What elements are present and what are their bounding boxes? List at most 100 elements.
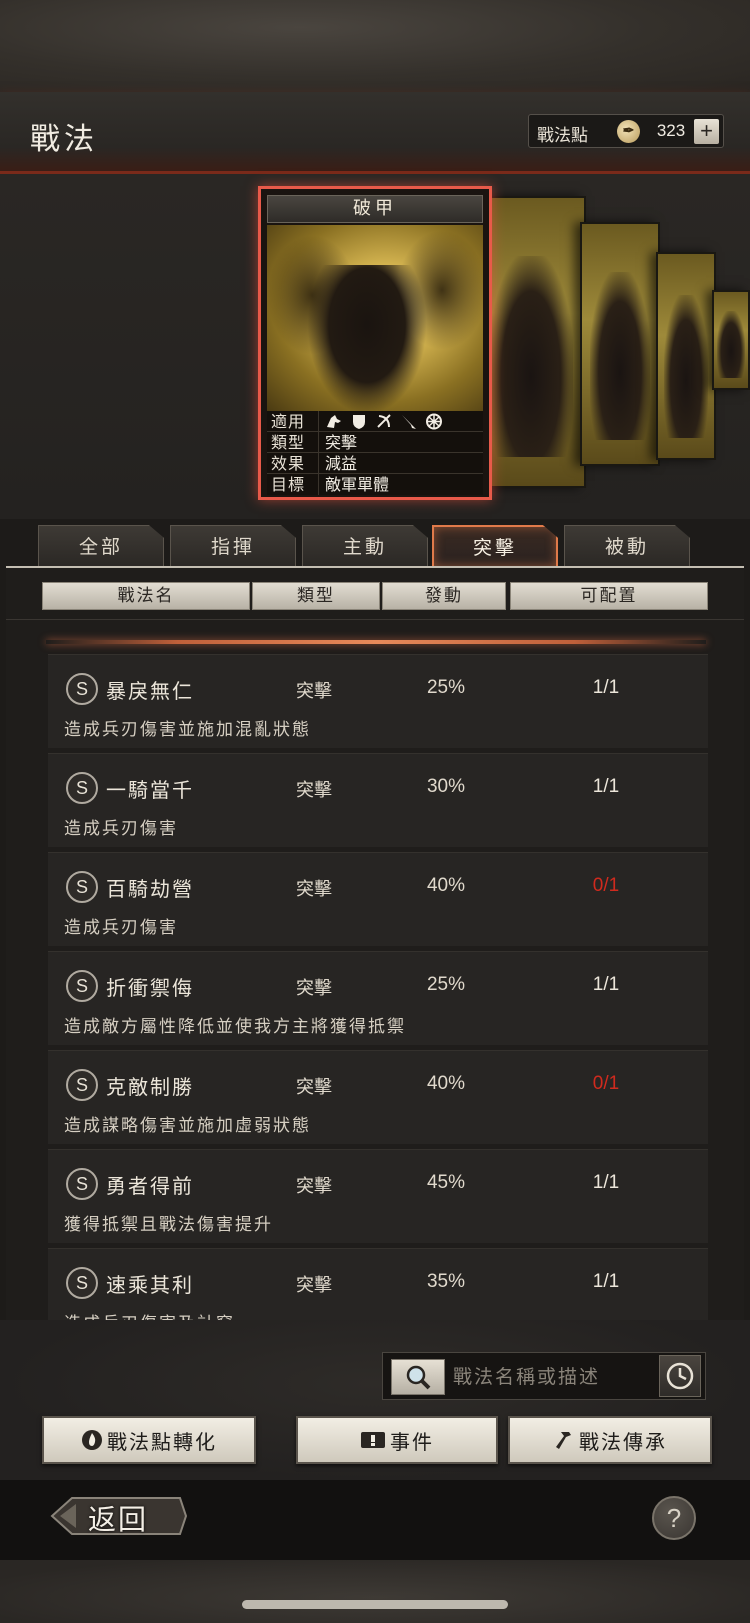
tactic-list[interactable]: S 暴戾無仁 突擊 25% 1/1 造成兵刃傷害並施加混亂狀態 S 一騎當千 突… (6, 620, 744, 1320)
event-button[interactable]: 事件 (296, 1416, 498, 1464)
s-rank-badge: S (66, 871, 98, 903)
tactic-rate: 25% (426, 974, 466, 995)
tactic-slots: 1/1 (592, 776, 620, 797)
tactic-name: 暴戾無仁 (106, 679, 194, 703)
card-info-row: 適用 (267, 411, 483, 432)
tactic-points-value: 323 (656, 121, 686, 140)
card-info-key: 類型 (267, 432, 319, 452)
tab-command[interactable]: 指揮 (170, 525, 296, 568)
tactic-type: 突擊 (296, 879, 332, 900)
tactic-description: 造成謀略傷害並施加虛弱狀態 (64, 1116, 311, 1136)
card-info-row: 類型 突擊 (267, 432, 483, 453)
hammer-icon (556, 1432, 571, 1449)
unit-icons (319, 411, 443, 431)
tactic-slots: 1/1 (592, 677, 620, 698)
s-rank-badge: S (66, 772, 98, 804)
column-header-type[interactable]: 類型 (252, 582, 380, 610)
s-rank-badge: S (66, 1168, 98, 1200)
column-header-bar: 戰法名 類型 發動 可配置 (6, 568, 744, 620)
tactic-name: 勇者得前 (106, 1174, 194, 1198)
tactic-description: 造成兵刃傷害並施加混亂狀態 (64, 720, 311, 740)
top-decoration (0, 0, 750, 92)
tab-passive[interactable]: 被動 (564, 525, 690, 568)
card-info-table: 適用 類型 突擊 效果 減益 目標 敵軍單體 (267, 411, 483, 495)
wheel-icon (426, 413, 442, 429)
s-rank-badge: S (66, 1267, 98, 1299)
tactic-name: 一騎當千 (106, 778, 194, 802)
bow-icon (377, 413, 391, 428)
card-title: 破甲 (267, 195, 483, 223)
column-header-rate[interactable]: 發動 (382, 582, 506, 610)
cavalry-icon (327, 414, 341, 428)
tab-all[interactable]: 全部 (38, 525, 164, 568)
tactic-slots: 1/1 (592, 1172, 620, 1193)
tactic-row[interactable]: S 一騎當千 突擊 30% 1/1 造成兵刃傷害 (48, 753, 708, 847)
tactic-row[interactable]: S 速乘其利 突擊 35% 1/1 造成兵刃傷害及計窮 (48, 1248, 708, 1320)
bottom-decoration (0, 1560, 750, 1623)
search-button[interactable] (391, 1359, 445, 1395)
header-bar: 戰法 戰法點 ✒ 323 + (0, 92, 750, 174)
selected-tactic-card[interactable]: 破甲 適用 類型 突擊 效果 減益 目標 敵軍單體 (258, 186, 492, 500)
shield-icon (353, 414, 365, 429)
card-info-value: 敵軍單體 (325, 475, 390, 494)
tactic-row[interactable]: S 暴戾無仁 突擊 25% 1/1 造成兵刃傷害並施加混亂狀態 (48, 654, 708, 748)
inherit-tactic-button[interactable]: 戰法傳承 (508, 1416, 712, 1464)
quill-icon: ✒ (617, 120, 640, 143)
tactic-type: 突擊 (296, 1275, 332, 1296)
search-box (382, 1352, 706, 1400)
tactic-rate: 45% (426, 1172, 466, 1193)
convert-points-button[interactable]: 戰法點轉化 (42, 1416, 256, 1464)
tab-assault[interactable]: 突擊 (432, 525, 558, 568)
tactic-rate: 30% (426, 776, 466, 797)
add-points-button[interactable]: + (694, 119, 719, 144)
clock-icon (666, 1362, 694, 1390)
help-button[interactable]: ? (652, 1496, 696, 1540)
tactic-type: 突擊 (296, 978, 332, 999)
card-info-value: 突擊 (325, 432, 358, 452)
tactic-description: 造成兵刃傷害 (64, 918, 178, 938)
tactic-description: 造成敵方屬性降低並使我方主將獲得抵禦 (64, 1017, 406, 1037)
tactic-name: 折衝禦侮 (106, 976, 194, 1000)
back-label: 返回 (88, 1503, 149, 1536)
card-artwork (267, 225, 483, 411)
tactic-type: 突擊 (296, 1077, 332, 1098)
tactic-row[interactable]: S 百騎劫營 突擊 40% 0/1 造成兵刃傷害 (48, 852, 708, 946)
tactic-rate: 25% (426, 677, 466, 698)
tactic-card-stack-3[interactable] (656, 252, 716, 460)
tab-active[interactable]: 主動 (302, 525, 428, 568)
tactic-name: 速乘其利 (106, 1273, 194, 1297)
tactic-card-stack-2[interactable] (580, 222, 660, 466)
tactic-row[interactable]: S 勇者得前 突擊 45% 1/1 獲得抵禦且戰法傷害提升 (48, 1149, 708, 1243)
card-info-row: 目標 敵軍單體 (267, 474, 483, 495)
tactic-type: 突擊 (296, 681, 332, 702)
tactic-type: 突擊 (296, 780, 332, 801)
tactic-row[interactable]: S 克敵制勝 突擊 40% 0/1 造成謀略傷害並施加虛弱狀態 (48, 1050, 708, 1144)
search-icon (406, 1365, 431, 1390)
s-rank-badge: S (66, 970, 98, 1002)
tactic-points-box: 戰法點 ✒ 323 + (528, 114, 724, 148)
history-button[interactable] (659, 1355, 701, 1397)
tactic-description: 獲得抵禦且戰法傷害提升 (64, 1215, 273, 1235)
s-rank-badge: S (66, 673, 98, 705)
search-input[interactable] (453, 1359, 638, 1395)
tactic-rate: 40% (426, 1073, 466, 1094)
flame-icon (82, 1430, 102, 1450)
back-button[interactable]: 返回 (48, 1492, 188, 1540)
spear-icon (402, 414, 416, 429)
tactic-card-stack-1[interactable] (476, 196, 586, 488)
tactic-points-label: 戰法點 (537, 126, 588, 146)
card-info-value: 減益 (325, 453, 358, 473)
card-info-key: 適用 (267, 411, 319, 431)
tactic-filter-tabs: 全部 指揮 主動 突擊 被動 (0, 520, 750, 568)
card-info-key: 目標 (267, 474, 319, 495)
column-header-name[interactable]: 戰法名 (42, 582, 250, 610)
tactic-slots: 1/1 (592, 974, 620, 995)
card-info-key: 效果 (267, 453, 319, 473)
home-indicator[interactable] (242, 1600, 508, 1609)
column-header-slots[interactable]: 可配置 (510, 582, 708, 610)
tactic-row[interactable]: S 折衝禦侮 突擊 25% 1/1 造成敵方屬性降低並使我方主將獲得抵禦 (48, 951, 708, 1045)
tactic-rate: 40% (426, 875, 466, 896)
tactic-name: 克敵制勝 (106, 1075, 194, 1099)
tactic-slots: 0/1 (592, 875, 620, 896)
tactic-card-stack-4[interactable] (712, 290, 750, 390)
